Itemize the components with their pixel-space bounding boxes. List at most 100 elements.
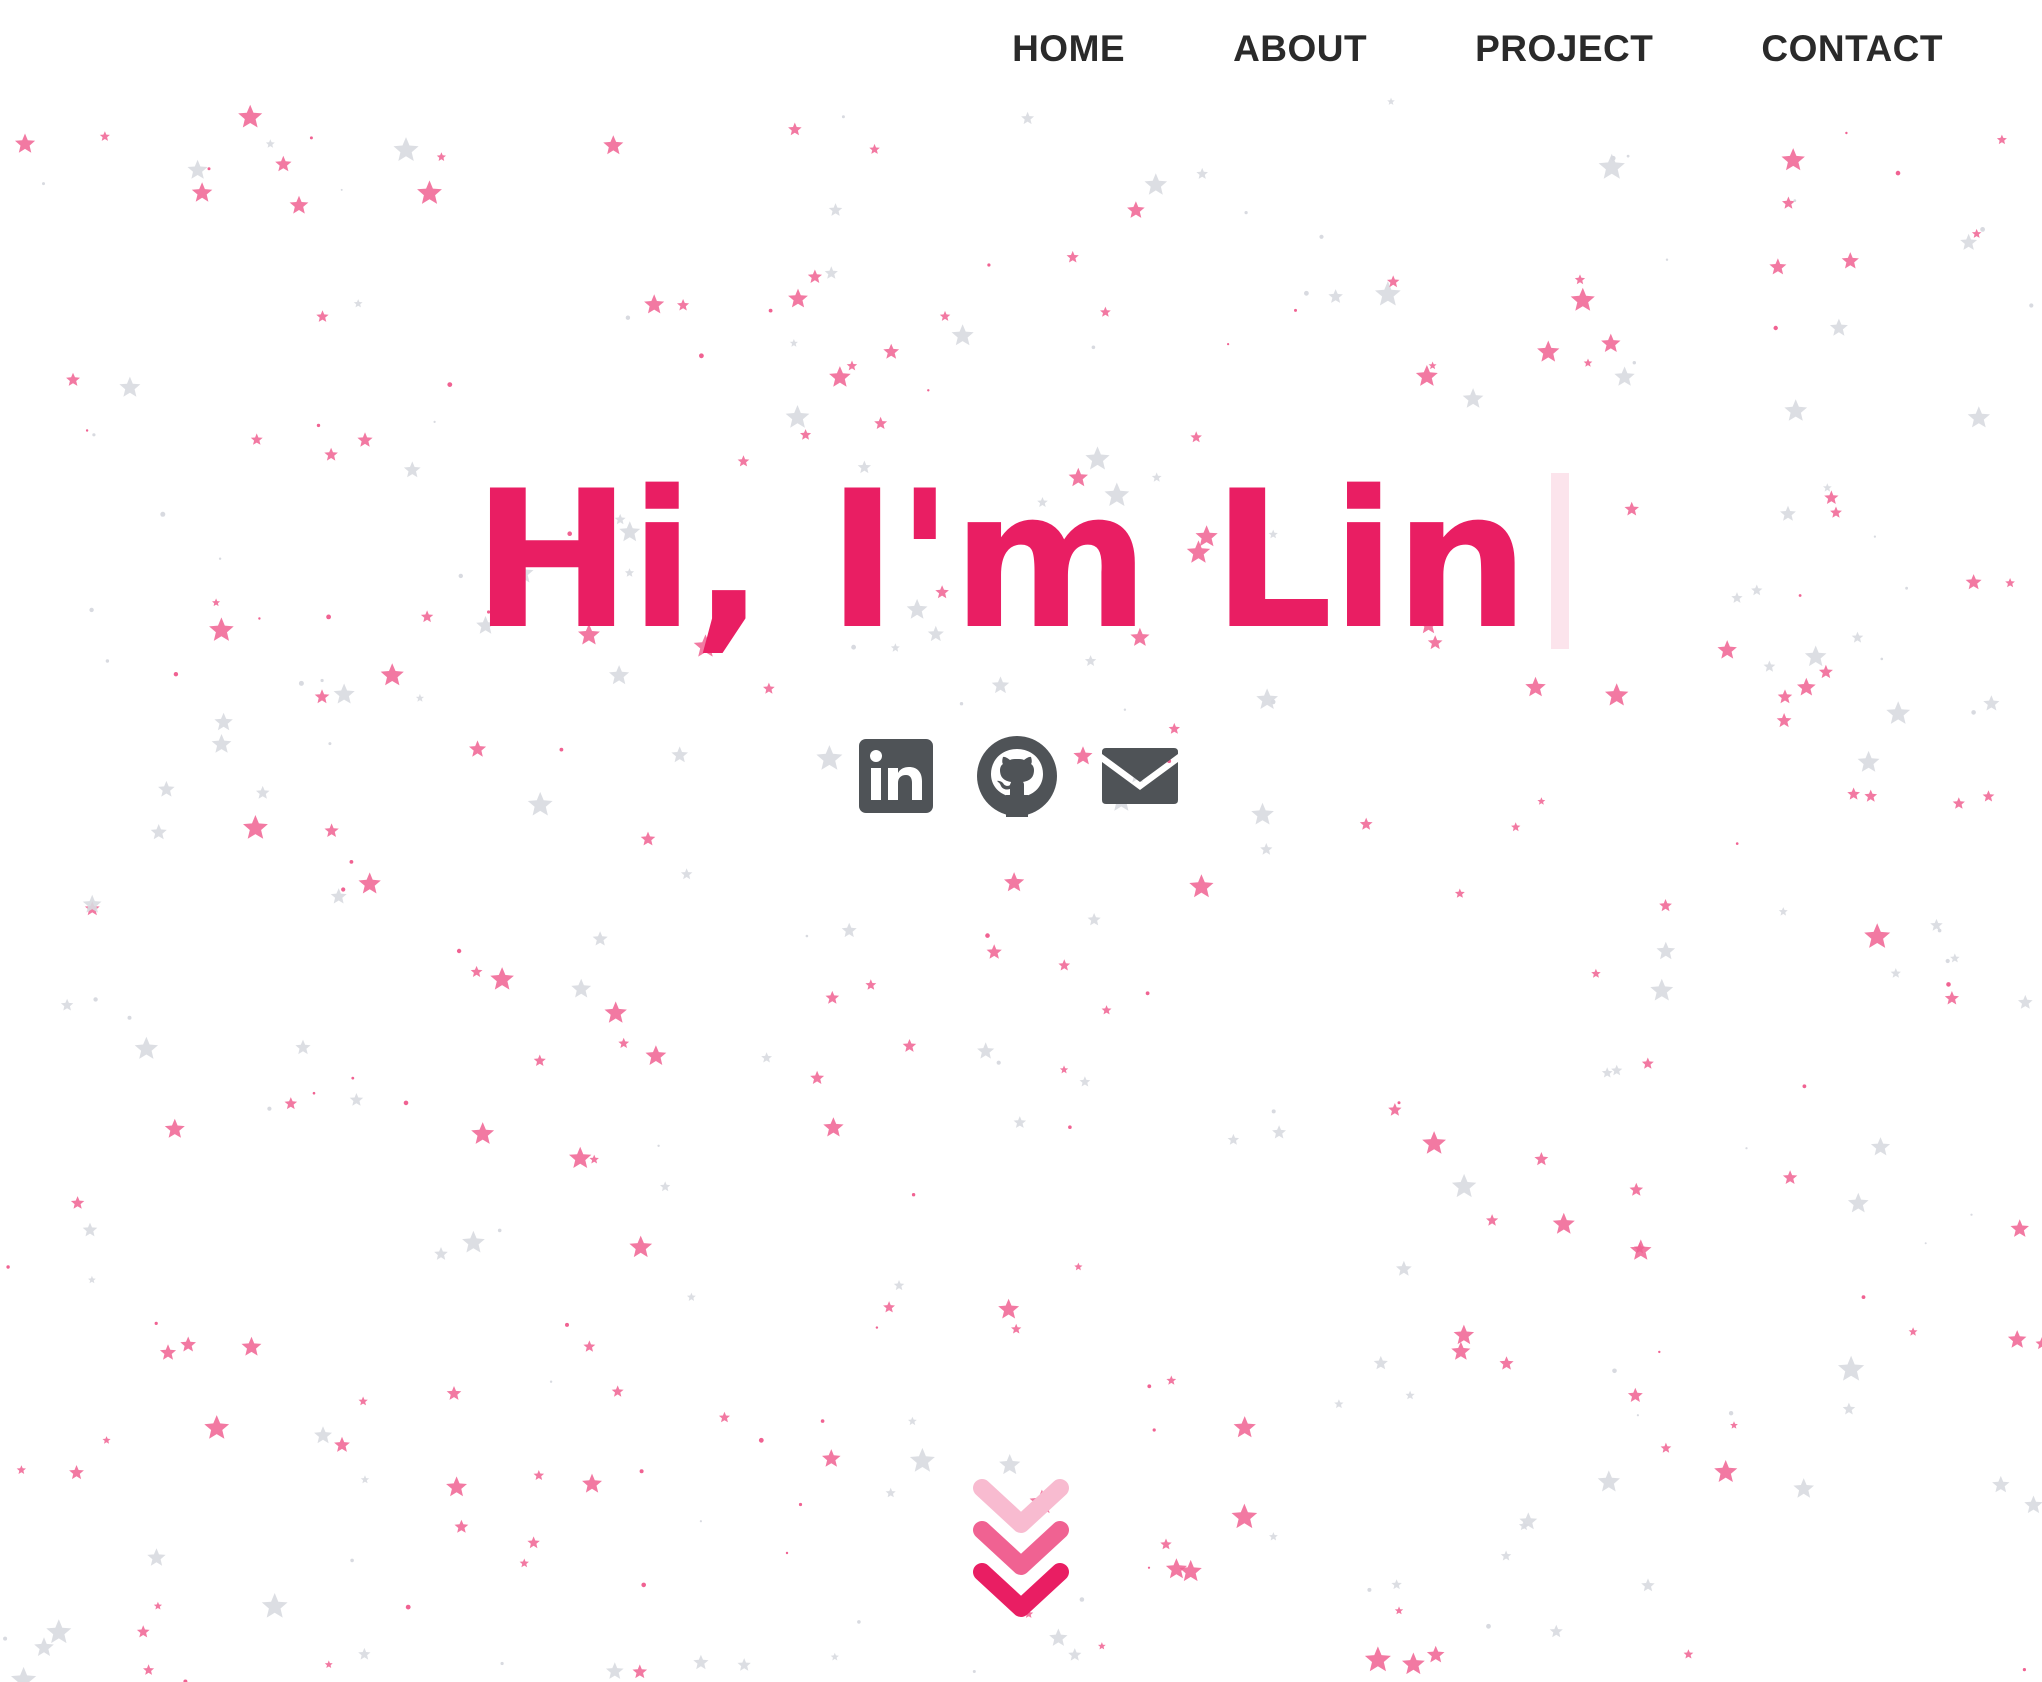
star-decoration xyxy=(415,693,424,702)
star-decoration xyxy=(134,1036,158,1059)
star-decoration xyxy=(1499,1356,1514,1370)
star-dot-decoration xyxy=(798,1502,803,1507)
star-dot-decoration xyxy=(1079,1597,1085,1602)
star-dot-decoration xyxy=(433,420,436,423)
star-decoration xyxy=(909,1447,935,1472)
star-decoration xyxy=(986,944,1002,959)
star-decoration xyxy=(99,131,110,141)
star-decoration xyxy=(357,432,373,447)
star-decoration xyxy=(1683,1649,1694,1659)
star-decoration xyxy=(70,1196,85,1209)
star-decoration xyxy=(1058,959,1071,971)
star-decoration xyxy=(865,979,877,990)
star-decoration xyxy=(1781,148,1805,171)
star-decoration xyxy=(1601,333,1621,352)
nav-project-link[interactable]: PROJECT xyxy=(1475,28,1653,70)
star-dot-decoration xyxy=(987,263,991,267)
star-dot-decoration xyxy=(1486,1623,1491,1629)
star-decoration xyxy=(187,159,208,179)
star-decoration xyxy=(15,133,36,153)
star-decoration xyxy=(1100,306,1111,317)
star-decoration xyxy=(693,1654,709,1670)
star-decoration xyxy=(1511,822,1521,832)
email-link[interactable] xyxy=(1100,746,1180,811)
star-dot-decoration xyxy=(805,934,809,938)
star-dot-decoration xyxy=(820,1419,825,1423)
star-decoration xyxy=(1778,907,1788,916)
star-decoration xyxy=(1021,111,1035,125)
star-decoration xyxy=(1847,787,1860,800)
star-decoration xyxy=(589,1154,599,1164)
star-decoration xyxy=(349,1093,364,1106)
star-decoration xyxy=(211,734,232,753)
star-decoration xyxy=(1630,1239,1652,1260)
star-decoration xyxy=(2007,1330,2027,1348)
star-decoration xyxy=(1519,1512,1538,1530)
star-decoration xyxy=(1890,968,1901,978)
star-dot-decoration xyxy=(1397,1101,1401,1105)
star-decoration xyxy=(1614,366,1635,386)
star-decoration xyxy=(632,1664,648,1679)
star-dot-decoration xyxy=(996,1060,1001,1065)
star-decoration xyxy=(1144,173,1168,195)
star-decoration xyxy=(1451,1173,1477,1198)
star-decoration xyxy=(1982,790,1995,802)
star-dot-decoration xyxy=(1745,1147,1748,1150)
star-dot-decoration xyxy=(500,1661,504,1666)
star-decoration xyxy=(1272,1125,1286,1139)
star-dot-decoration xyxy=(641,1582,646,1588)
star-decoration xyxy=(519,1558,529,1568)
star-decoration xyxy=(1537,797,1546,805)
star-decoration xyxy=(1196,167,1208,179)
star-decoration xyxy=(1387,97,1395,105)
star-decoration xyxy=(1426,1645,1445,1663)
star-decoration xyxy=(265,139,275,148)
star-decoration xyxy=(1797,677,1816,696)
star-decoration xyxy=(1127,201,1145,218)
star-dot-decoration xyxy=(1147,1384,1152,1389)
star-dot-decoration xyxy=(625,315,631,320)
star-decoration xyxy=(1405,1390,1415,1400)
star-decoration xyxy=(660,1181,671,1192)
star-decoration xyxy=(1013,1116,1027,1128)
star-decoration xyxy=(810,1070,825,1084)
star-decoration xyxy=(1660,1442,1672,1453)
star-decoration xyxy=(358,1396,368,1406)
star-decoration xyxy=(136,1625,150,1638)
star-dot-decoration xyxy=(1802,1084,1807,1089)
star-decoration xyxy=(434,1247,448,1260)
star-decoration xyxy=(1650,978,1674,1001)
star-decoration xyxy=(256,785,270,799)
scroll-down-button[interactable] xyxy=(970,1478,1072,1628)
linkedin-link[interactable] xyxy=(858,738,934,819)
star-decoration xyxy=(1842,1402,1856,1415)
star-dot-decoration xyxy=(972,1670,976,1673)
star-decoration xyxy=(1627,1387,1643,1402)
star-decoration xyxy=(640,831,656,846)
star-decoration xyxy=(807,269,822,283)
star-decoration xyxy=(250,433,263,445)
star-decoration xyxy=(1659,899,1672,912)
star-decoration xyxy=(1179,1559,1202,1582)
nav-home-link[interactable]: HOME xyxy=(1012,28,1125,70)
star-decoration xyxy=(241,1336,262,1356)
star-dot-decoration xyxy=(841,115,845,119)
star-decoration xyxy=(816,745,843,770)
star-decoration xyxy=(1838,1355,1865,1381)
star-decoration xyxy=(1166,1375,1177,1385)
star-decoration xyxy=(1944,991,1959,1005)
star-decoration xyxy=(618,1037,630,1048)
star-dot-decoration xyxy=(351,1076,355,1080)
star-decoration xyxy=(1101,1005,1112,1015)
star-decoration xyxy=(999,1454,1021,1475)
github-link[interactable] xyxy=(976,735,1058,822)
github-icon xyxy=(977,736,1057,817)
nav-contact-link[interactable]: CONTACT xyxy=(1761,28,1943,70)
hero-section: Hi, I'm Lin xyxy=(0,466,2042,656)
star-decoration xyxy=(1500,1550,1512,1561)
star-dot-decoration xyxy=(1945,958,1950,964)
nav-about-link[interactable]: ABOUT xyxy=(1233,28,1367,70)
star-dot-decoration xyxy=(1123,708,1127,711)
star-decoration xyxy=(1388,1103,1402,1116)
star-dot-decoration xyxy=(1610,155,1616,161)
